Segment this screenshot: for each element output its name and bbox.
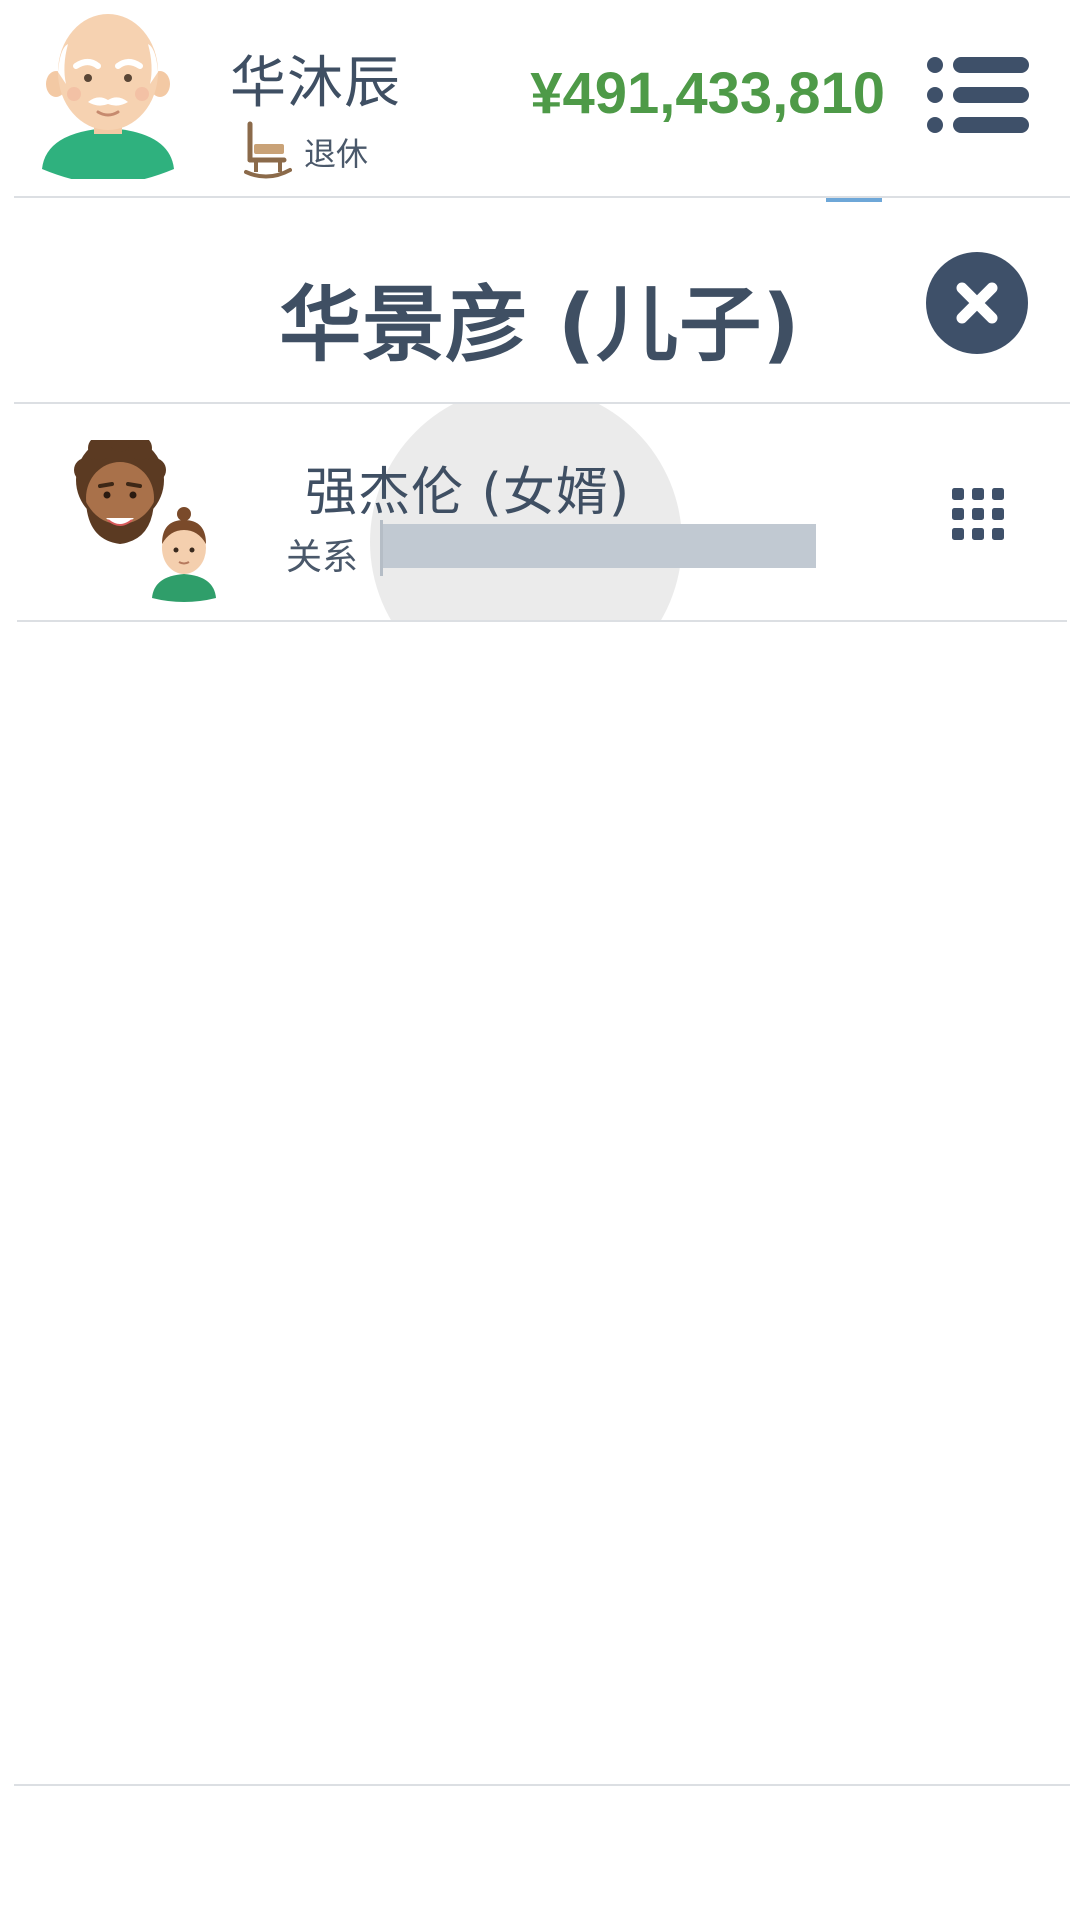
close-button[interactable]	[926, 252, 1028, 354]
rocking-chair-icon	[244, 121, 292, 179]
player-header: 华沐辰 退休 ¥491,433,810	[0, 0, 1080, 202]
footer-divider	[14, 1784, 1070, 1786]
relations-list-empty-area	[0, 624, 1080, 1782]
close-icon	[956, 282, 998, 324]
list-menu-icon[interactable]	[925, 55, 1029, 135]
player-name: 华沐辰	[230, 51, 401, 116]
child-avatar	[152, 507, 216, 602]
relation-row[interactable]: 强杰伦 (女婿) 关系	[0, 404, 1080, 622]
member-name: 强杰伦 (女婿)	[305, 463, 631, 523]
status-label: 退休	[304, 135, 369, 173]
app-screen: 华沐辰 退休 ¥491,433,810 华景彦 (儿子) 强杰伦 (女婿) 关系	[0, 0, 1080, 1920]
career-status: 退休	[244, 120, 368, 184]
elderly-man-avatar[interactable]	[38, 14, 178, 179]
row-divider	[17, 620, 1067, 622]
panel-title: 华景彦 (儿子)	[279, 278, 801, 373]
header-divider	[14, 196, 1070, 198]
money-balance: ¥491,433,810	[530, 61, 885, 126]
panel-header: 华景彦 (儿子)	[0, 200, 1080, 402]
grid-dots-icon[interactable]	[950, 486, 1006, 542]
relationship-bar-marker	[380, 520, 383, 576]
relationship-bar	[380, 520, 816, 576]
relationship-label: 关系	[286, 537, 359, 578]
